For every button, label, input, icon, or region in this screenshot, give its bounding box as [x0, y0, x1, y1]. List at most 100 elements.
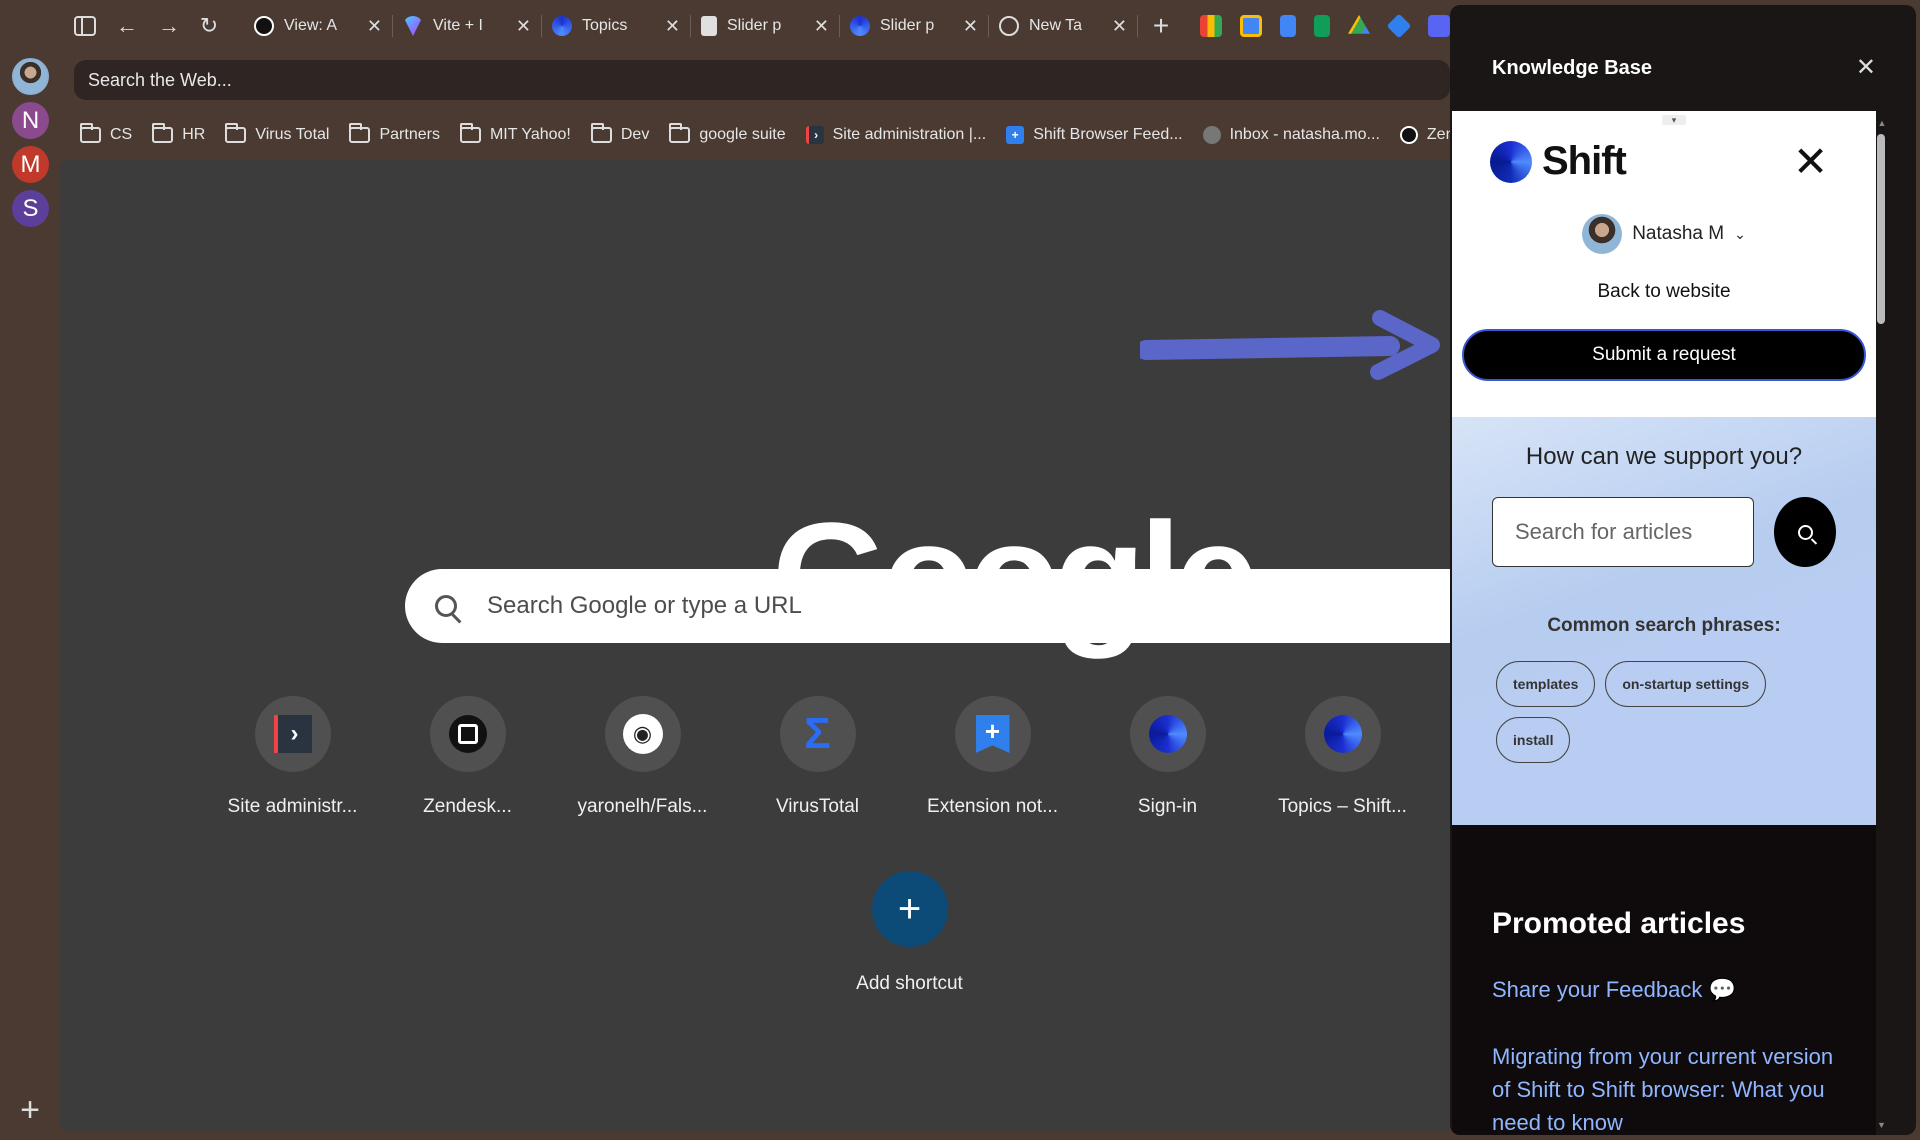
- bookmark-label: Inbox - natasha.mo...: [1229, 126, 1380, 143]
- plus-icon: +: [871, 871, 948, 947]
- article-search-input[interactable]: Search for articles: [1492, 497, 1754, 567]
- tab[interactable]: Topics ✕: [542, 6, 690, 46]
- close-tab-icon[interactable]: ✕: [1112, 16, 1127, 37]
- bookmark-label: MIT Yahoo!: [489, 126, 571, 143]
- knowledge-base-panel: Knowledge Base ✕ ▾ Shift ✕ Natasha M ⌄ B…: [1450, 5, 1916, 1135]
- shortcut[interactable]: ◉ yaronelh/Fals...: [555, 696, 730, 818]
- promoted-articles-section: Promoted articles Share your Feedback 💬 …: [1452, 825, 1876, 1135]
- tab[interactable]: New Ta ✕: [989, 6, 1137, 46]
- jira-icon[interactable]: [1386, 13, 1412, 39]
- folder-icon: [459, 123, 481, 143]
- scroll-up-icon[interactable]: ▲: [1877, 118, 1887, 128]
- shortcut[interactable]: Topics – Shift...: [1255, 696, 1430, 818]
- tab[interactable]: Slider p ✕: [840, 6, 988, 46]
- document-icon: [701, 16, 717, 36]
- close-tab-icon[interactable]: ✕: [367, 16, 382, 37]
- workspace-s[interactable]: S: [12, 190, 49, 227]
- bookmark-label: Zen: [1426, 126, 1450, 143]
- gmail-icon[interactable]: [1200, 15, 1222, 37]
- shortcut[interactable]: › Site administr...: [205, 696, 380, 818]
- address-bar[interactable]: Search the Web...: [74, 60, 1450, 100]
- add-workspace-button[interactable]: +: [14, 1093, 46, 1128]
- phrase-chip[interactable]: templates: [1496, 661, 1596, 707]
- shortcut-tile: ◉: [604, 696, 681, 772]
- shift-logo[interactable]: Shift: [1490, 139, 1627, 184]
- kb-header: ▾ Shift ✕ Natasha M ⌄ Back to website Su…: [1452, 111, 1876, 417]
- article-link[interactable]: Share your Feedback 💬: [1492, 973, 1832, 1006]
- kb-search-section: How can we support you? Search for artic…: [1452, 417, 1876, 825]
- tab[interactable]: Vite + I ✕: [393, 6, 541, 46]
- tab-title: Topics: [582, 17, 628, 34]
- docs-icon[interactable]: [1280, 15, 1296, 37]
- bookmark-folder[interactable]: HR: [152, 123, 205, 144]
- bookmark-folder[interactable]: Dev: [590, 123, 650, 144]
- close-tab-icon[interactable]: ✕: [963, 16, 978, 37]
- shortcut-label: Topics – Shift...: [1278, 796, 1407, 817]
- tab-divider: [1137, 15, 1138, 37]
- sidebar-toggle-icon[interactable]: [70, 11, 100, 41]
- scrollbar[interactable]: ▲ ▼: [1877, 118, 1887, 1130]
- tab-bar: ← → ↻ View: A ✕ Vite + I ✕ Topics ✕ Slid…: [60, 0, 1450, 52]
- workspace-rail: N M S +: [0, 0, 60, 1140]
- bookmark-link[interactable]: › Site administration |...: [805, 126, 987, 144]
- close-tab-icon[interactable]: ✕: [516, 16, 531, 37]
- chevron-down-icon: ⌄: [1734, 225, 1746, 242]
- scrollbar-thumb[interactable]: [1877, 134, 1885, 324]
- shift-icon: [1148, 715, 1187, 753]
- bookmark-label: Partners: [379, 126, 440, 143]
- phrase-chip[interactable]: on-startup settings: [1605, 661, 1767, 707]
- new-tab-icon: [999, 16, 1019, 36]
- phrase-chips: templates on-startup settings install: [1496, 661, 1836, 763]
- sheets-icon[interactable]: [1314, 15, 1330, 37]
- brand-name: Shift: [1542, 139, 1627, 183]
- tab[interactable]: View: A ✕: [244, 6, 392, 46]
- bookmarks-bar: CS HR Virus Total Partners MIT Yahoo! De…: [80, 120, 1450, 150]
- bookmark-folder[interactable]: MIT Yahoo!: [459, 123, 571, 144]
- tab[interactable]: Slider p ✕: [691, 6, 839, 46]
- search-placeholder: Search for articles: [1515, 519, 1693, 544]
- workspace-m[interactable]: M: [12, 146, 49, 183]
- github-icon: ◉: [622, 714, 663, 754]
- google-search-box[interactable]: Search Google or type a URL: [405, 569, 1450, 643]
- close-icon[interactable]: ✕: [1793, 137, 1828, 186]
- shortcut[interactable]: Σ VirusTotal: [730, 696, 905, 818]
- bookmark-folder[interactable]: Partners: [349, 123, 440, 144]
- collapse-tab-icon[interactable]: ▾: [1662, 115, 1686, 125]
- bookmark-label: CS: [110, 126, 133, 143]
- bookmark-folder[interactable]: google suite: [669, 123, 786, 144]
- calendar-icon[interactable]: [1240, 15, 1262, 37]
- add-shortcut-button[interactable]: + Add shortcut: [822, 871, 997, 995]
- bookmark-link[interactable]: + Shift Browser Feed...: [1006, 126, 1183, 144]
- new-tab-plus-icon[interactable]: +: [1146, 10, 1176, 41]
- workspace-n[interactable]: N: [12, 102, 49, 139]
- close-tab-icon[interactable]: ✕: [665, 16, 680, 37]
- shortcut[interactable]: + Extension not...: [905, 696, 1080, 818]
- forward-arrow-icon[interactable]: →: [154, 11, 184, 41]
- bookmark-link[interactable]: Zen: [1399, 126, 1450, 144]
- search-icon: [435, 595, 457, 617]
- search-button[interactable]: [1774, 497, 1836, 567]
- bookmark-label: Site administration |...: [832, 126, 987, 143]
- reload-icon[interactable]: ↻: [194, 11, 224, 41]
- shortcut[interactable]: Zendesk...: [380, 696, 555, 818]
- bookmark-folder[interactable]: Virus Total: [225, 123, 329, 144]
- shortcut[interactable]: Sign-in: [1080, 696, 1255, 818]
- submit-request-button[interactable]: Submit a request: [1462, 329, 1866, 381]
- app-icon[interactable]: [1428, 15, 1450, 37]
- user-menu[interactable]: Natasha M ⌄: [1452, 214, 1876, 254]
- close-tab-icon[interactable]: ✕: [814, 16, 829, 37]
- back-arrow-icon[interactable]: ←: [112, 11, 142, 41]
- scroll-down-icon[interactable]: ▼: [1877, 1120, 1886, 1130]
- article-link[interactable]: Migrating from your current version of S…: [1492, 1040, 1842, 1135]
- zendesk-icon: [254, 16, 274, 36]
- panel-title: Knowledge Base: [1492, 57, 1653, 79]
- bookmark-label: Dev: [620, 126, 650, 143]
- shortcut-label: yaronelh/Fals...: [577, 796, 708, 817]
- bookmark-link[interactable]: Inbox - natasha.mo...: [1202, 126, 1380, 144]
- phrase-chip[interactable]: install: [1496, 717, 1571, 763]
- bookmark-folder[interactable]: CS: [80, 123, 133, 144]
- close-icon[interactable]: ✕: [1856, 53, 1876, 82]
- drive-icon[interactable]: [1348, 15, 1370, 34]
- back-to-website-link[interactable]: Back to website: [1452, 281, 1876, 303]
- profile-avatar[interactable]: [12, 58, 49, 95]
